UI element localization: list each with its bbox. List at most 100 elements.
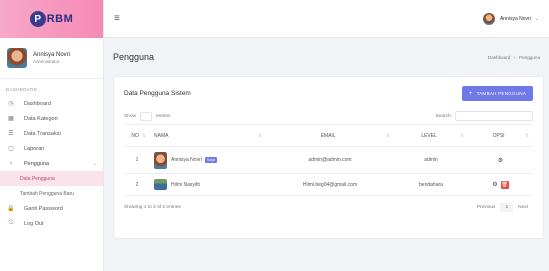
sort-icon: ⇅ [525, 132, 529, 138]
cell-no: 1 [124, 146, 150, 174]
table-row: 2 Hilmi Nasyith Hilmi.beg04@gmail.com be… [124, 173, 533, 196]
logout-icon: ⎋ [8, 220, 14, 226]
chevron-down-icon: ⌄ [92, 160, 97, 167]
cell-level: bendahara [394, 173, 468, 196]
sidebar-item-label: Data Transaksi [24, 130, 61, 137]
sidebar-item-label: Dashboard [24, 100, 51, 107]
sort-icon: ⇅ [142, 132, 146, 138]
dashboard-icon: ◷ [8, 101, 14, 107]
avatar [482, 12, 495, 25]
cell-opsi: ⚙ 🗑 [468, 173, 533, 196]
plus-icon: + [468, 90, 473, 97]
column-label: EMAIL [320, 132, 336, 139]
self-badge: Saya [204, 157, 218, 163]
profile-name: Annisya Novri [33, 52, 71, 58]
breadcrumb: Dashboard > Pengguna [488, 55, 540, 60]
sidebar-item-label: Data Kategori [24, 115, 58, 122]
column-label: OPSI [492, 132, 505, 139]
pagination-next[interactable]: Next [513, 203, 533, 212]
chevron-down-icon: ⌄ [534, 15, 539, 22]
sidebar-item-label: Log Out [24, 220, 44, 227]
logo-text: RBM [46, 13, 74, 25]
column-header-email[interactable]: EMAIL ⇅ [266, 124, 394, 147]
sidebar-item-log-out[interactable]: ⎋ Log Out [0, 216, 103, 231]
card-header: Data Pengguna Sistem + TAMBAH PENGGUNA [124, 86, 533, 101]
sidebar: P RBM Annisya Novri Administrator DASHBO… [0, 0, 104, 271]
hamburger-menu-icon[interactable]: ≡ [114, 13, 120, 24]
sidebar-item-data-transaksi[interactable]: ☰ Data Transaksi [0, 126, 103, 141]
user-icon: ♀ [8, 160, 14, 167]
cell-level: admin [394, 146, 468, 174]
top-username: Annisya Novri [499, 15, 531, 22]
cell-opsi: ⚙ [468, 146, 533, 174]
search-label: Search: [435, 113, 452, 119]
column-header-level[interactable]: LEVEL ⇅ [394, 124, 468, 147]
column-label: LEVEL [421, 132, 437, 139]
page-header: Pengguna Dashboard > Pengguna [113, 38, 540, 76]
cell-nama: Annisya Novri Saya [150, 146, 266, 174]
cell-email: admin@admin.com [266, 146, 394, 174]
settings-gear-icon[interactable]: ⚙ [492, 181, 497, 188]
user-name: Hilmi Nasyith [171, 181, 201, 188]
pagination: Previous 1 Next [472, 203, 533, 212]
add-user-button[interactable]: + TAMBAH PENGGUNA [461, 86, 533, 101]
user-name: Annisya Novri [171, 157, 202, 163]
entries-label: entries [156, 113, 171, 119]
entries-select[interactable] [140, 111, 152, 121]
sort-icon: ⇅ [460, 132, 464, 138]
settings-gear-icon[interactable]: ⚙ [498, 157, 503, 164]
breadcrumb-dashboard[interactable]: Dashboard [488, 55, 510, 60]
sidebar-item-dashboard[interactable]: ◷ Dashboard [0, 96, 103, 111]
table-info: Showing 1 to 2 of 2 entries [124, 205, 181, 210]
sidebar-subitem-data-pengguna[interactable]: Data Pengguna [0, 171, 103, 186]
breadcrumb-separator: > [513, 54, 517, 60]
sidebar-item-data-kategori[interactable]: ▦ Data Kategori [0, 111, 103, 126]
brand-header: P RBM [0, 0, 103, 38]
user-photo [154, 151, 167, 169]
breadcrumb-pengguna: Pengguna [519, 54, 540, 60]
cell-email: Hilmi.beg04@gmail.com [266, 173, 394, 196]
profile-role: Administrator [33, 59, 60, 64]
table-controls: Show entries Search: [124, 111, 533, 121]
sidebar-item-label: Ganti Password [24, 205, 63, 212]
cell-no: 2 [124, 173, 150, 196]
lock-icon: 🔒 [7, 206, 15, 212]
column-header-no[interactable]: NO ⇅ [124, 124, 150, 147]
sidebar-item-laporan[interactable]: ▢ Laporan [0, 141, 103, 156]
sidebar-section-title: DASHBOARD [6, 87, 38, 92]
users-card: Data Pengguna Sistem + TAMBAH PENGGUNA S… [113, 76, 544, 239]
avatar [7, 48, 27, 68]
search-area: Search: [435, 111, 533, 121]
cell-nama: Hilmi Nasyith [150, 173, 266, 196]
user-menu[interactable]: Annisya Novri ⌄ [482, 12, 539, 25]
sort-icon: ⇅ [258, 132, 262, 138]
table-header-row: NO ⇅ NAMA ⇅ EMAIL ⇅ LEVEL ⇅ OPSI ⇅ [124, 124, 533, 147]
user-photo [154, 179, 167, 190]
table-footer: Showing 1 to 2 of 2 entries Previous 1 N… [124, 203, 533, 212]
card-title: Data Pengguna Sistem [124, 90, 191, 97]
show-label: Show [124, 113, 136, 119]
sidebar-item-label: Pengguna [24, 160, 50, 167]
transaction-icon: ☰ [8, 131, 14, 137]
sidebar-item-ganti-password[interactable]: 🔒 Ganti Password [0, 201, 103, 216]
logo-mark: P [29, 11, 46, 27]
pagination-previous[interactable]: Previous [472, 203, 501, 212]
users-table: NO ⇅ NAMA ⇅ EMAIL ⇅ LEVEL ⇅ OPSI ⇅ 1 Annisya … [124, 124, 533, 196]
main-content: Pengguna Dashboard > Pengguna Data Penggun… [104, 38, 549, 271]
sort-icon: ⇅ [386, 132, 390, 138]
add-user-button-label: TAMBAH PENGGUNA [476, 91, 526, 96]
sidebar-subitem-tambah-pengguna[interactable]: Tambah Pengguna Baru [0, 186, 103, 201]
search-input[interactable] [455, 111, 533, 121]
table-row: 1 Annisya Novri Saya admin@admin.com adm… [124, 146, 533, 174]
column-label: NO [131, 132, 139, 139]
report-icon: ▢ [8, 146, 14, 152]
column-label: NAMA [154, 132, 169, 139]
column-header-nama[interactable]: NAMA ⇅ [150, 124, 266, 147]
page-title: Pengguna [113, 52, 155, 62]
pagination-page-1[interactable]: 1 [500, 203, 514, 212]
topbar: ≡ Annisya Novri ⌄ [104, 0, 549, 38]
column-header-opsi[interactable]: OPSI ⇅ [468, 124, 533, 147]
sidebar-item-pengguna[interactable]: ♀ Pengguna ⌄ [0, 156, 103, 171]
logo[interactable]: P RBM [29, 11, 74, 27]
delete-trash-icon[interactable]: 🗑 [500, 180, 509, 189]
